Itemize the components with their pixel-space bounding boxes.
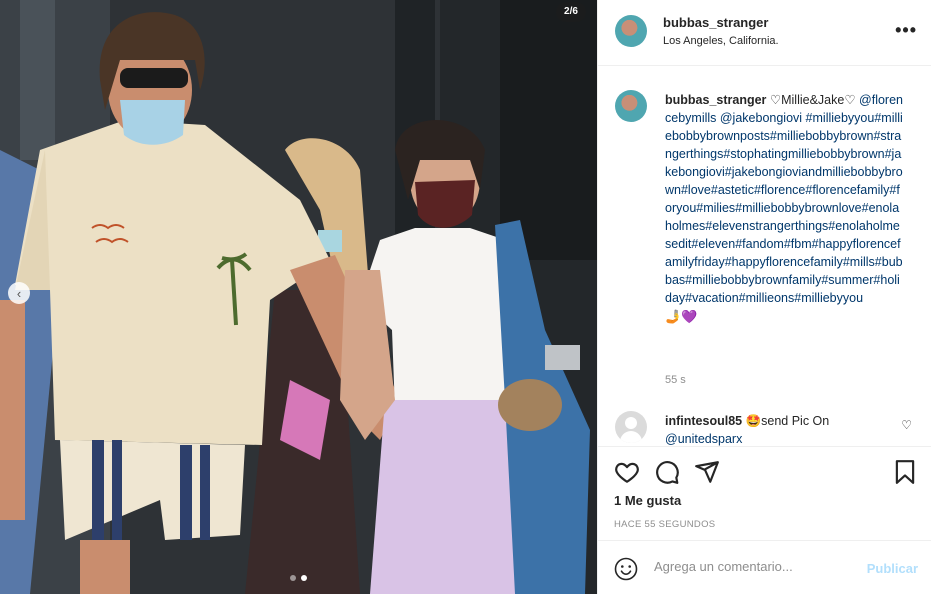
caption-text: bubbas_stranger ♡Millie&Jake♡ @florenceb… — [665, 91, 905, 326]
likes-count[interactable]: 1 Me gusta — [614, 493, 681, 508]
share-send-icon[interactable] — [694, 459, 720, 485]
caption-username[interactable]: bubbas_stranger — [665, 93, 766, 107]
carousel-dot — [290, 575, 296, 581]
post-side-panel: bubbas_stranger Los Angeles, California.… — [597, 0, 931, 594]
bookmark-icon[interactable] — [892, 459, 918, 485]
comment-mention[interactable]: @unitedsparx — [665, 432, 742, 446]
author-username[interactable]: bubbas_stranger — [663, 15, 768, 30]
author-avatar[interactable] — [615, 15, 647, 47]
comment-body: 🤩send Pic On — [745, 414, 830, 428]
commenter-avatar[interactable] — [615, 411, 647, 443]
add-comment-bar: Publicar — [598, 540, 931, 594]
carousel-dot-active — [301, 575, 307, 581]
photo-illustration — [0, 0, 597, 594]
photo-counter: 2/6 — [556, 2, 586, 22]
post-header: bubbas_stranger Los Angeles, California.… — [598, 0, 931, 66]
caption-hashtags[interactable]: #milliebyyou#milliebobbybrownposts#milli… — [665, 111, 903, 305]
comments-section: bubbas_stranger ♡Millie&Jake♡ @florenceb… — [598, 66, 931, 446]
commenter-username[interactable]: infintesoul85 — [665, 414, 742, 428]
action-icons — [614, 459, 720, 485]
caption-timestamp: 55 s — [665, 374, 686, 386]
heart-icon[interactable] — [614, 459, 640, 485]
comment-text: infintesoul85 🤩send Pic On @unitedsparx — [665, 412, 895, 446]
comment-like-heart-icon[interactable]: ♡ — [901, 418, 912, 432]
post-actions: 1 Me gusta HACE 55 SEGUNDOS — [598, 446, 931, 540]
publish-button[interactable]: Publicar — [867, 561, 918, 576]
caption-title: ♡Millie&Jake♡ — [769, 93, 856, 107]
post-photo[interactable]: 2/6 ‹ — [0, 0, 597, 594]
more-horizontal-icon[interactable]: ••• — [895, 20, 917, 41]
previous-photo-button[interactable]: ‹ — [8, 282, 30, 304]
carousel-dots — [0, 575, 597, 581]
comment-input[interactable] — [654, 559, 854, 574]
emoji-smile-icon[interactable] — [614, 557, 638, 581]
comment-icon[interactable] — [654, 459, 680, 485]
post-timestamp[interactable]: HACE 55 SEGUNDOS — [614, 519, 715, 530]
caption-avatar[interactable] — [615, 90, 647, 122]
caption-emojis: 🤳💜 — [665, 309, 698, 324]
post-location[interactable]: Los Angeles, California. — [663, 35, 779, 47]
chevron-left-icon: ‹ — [16, 285, 22, 301]
